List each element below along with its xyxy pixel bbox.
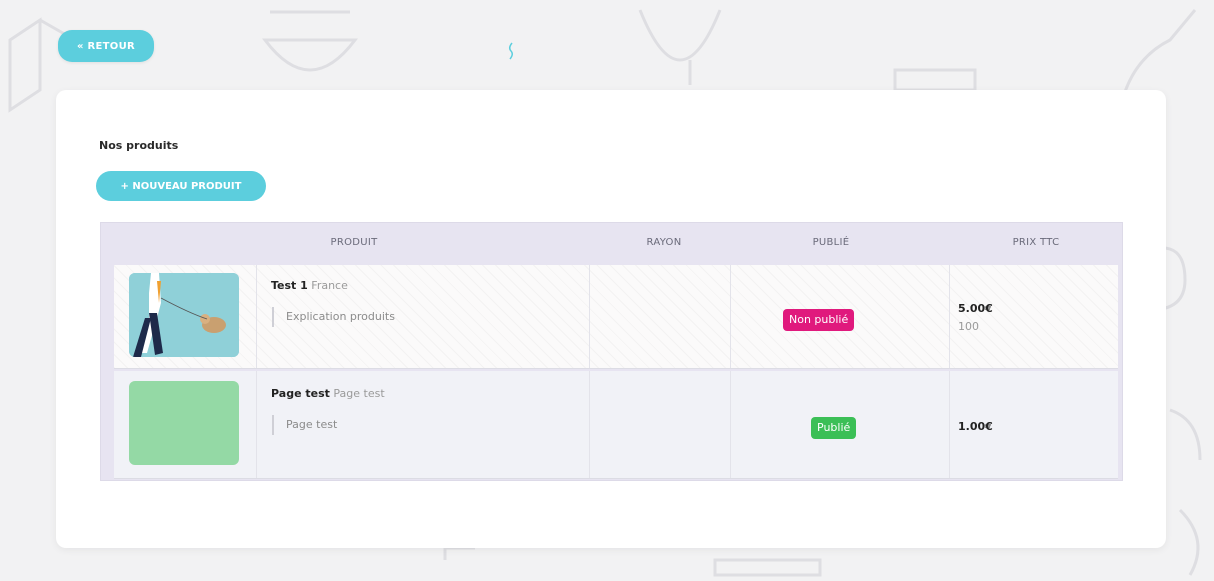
product-name[interactable]: Page test Page test [271,387,385,400]
product-thumbnail[interactable] [129,273,239,357]
section-title: Nos produits [99,139,179,152]
loading-spinner-icon [508,42,514,60]
column-header-rayon[interactable]: RAYON [589,237,739,248]
table-row[interactable]: Test 1 France Explication produits Non p… [114,265,1118,369]
product-subtitle: France [311,279,348,292]
person-with-dog-image [129,273,239,357]
product-description: Explication produits [272,307,395,327]
product-name-text: Test 1 [271,279,308,292]
status-badge: Non publié [783,309,855,331]
cell-divider [589,265,590,368]
new-product-button[interactable]: + NOUVEAU PRODUIT [96,171,266,201]
cell-divider [256,265,257,368]
product-subtitle: Page test [333,387,385,400]
cell-divider [949,265,950,368]
cell-divider [256,371,257,478]
product-name[interactable]: Test 1 France [271,279,348,292]
product-name-text: Page test [271,387,330,400]
status-badge: Publié [811,417,857,439]
cell-divider [589,371,590,478]
table-header: PRODUIT RAYON PUBLIÉ PRIX TTC [101,223,1122,263]
back-button[interactable]: « RETOUR [58,30,154,62]
products-card: Nos produits + NOUVEAU PRODUIT PRODUIT R… [56,90,1166,548]
column-header-prix[interactable]: PRIX TTC [961,237,1111,248]
column-header-publie[interactable]: PUBLIÉ [751,237,911,248]
cell-divider [949,371,950,478]
products-table: PRODUIT RAYON PUBLIÉ PRIX TTC Test 1 Fra… [100,222,1123,481]
table-row[interactable]: Page test Page test Page test Publié 1.0… [114,371,1118,479]
product-stock: 100 [958,320,979,333]
cell-divider [730,265,731,368]
cell-divider [730,371,731,478]
product-thumbnail[interactable] [129,381,239,465]
product-price: 5.00€ [958,302,993,315]
column-header-produit[interactable]: PRODUIT [254,237,454,248]
product-description: Page test [272,415,337,435]
product-price: 1.00€ [958,420,993,433]
